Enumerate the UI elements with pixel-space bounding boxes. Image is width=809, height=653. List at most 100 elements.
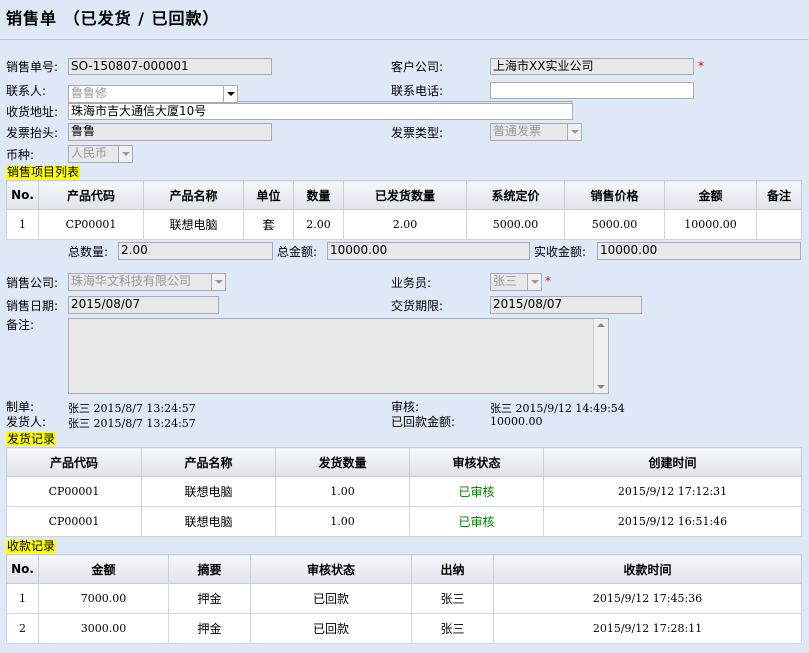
shipper-label: 发货人:: [6, 415, 47, 429]
invoice-title-field[interactable]: 鲁鲁: [68, 123, 272, 141]
paid-label: 已回款金额:: [391, 415, 456, 429]
payments-section-title: 收款记录: [6, 539, 57, 553]
salesman-value: 张三: [493, 274, 518, 288]
cell-summary: 押金: [168, 583, 251, 614]
contact-combo[interactable]: 鲁鲁修: [68, 85, 238, 103]
cell-note: [756, 209, 802, 240]
cell-no: 2: [6, 613, 39, 644]
total-amount-field[interactable]: 10000.00: [327, 242, 530, 260]
col-header[interactable]: 单位: [243, 180, 294, 210]
customer-required-mark: *: [698, 59, 704, 73]
col-header[interactable]: 创建时间: [543, 447, 802, 477]
cell-qty: 2.00: [293, 209, 344, 240]
col-header[interactable]: 产品名称: [141, 447, 276, 477]
currency-select[interactable]: 人民币: [68, 145, 133, 163]
table-row[interactable]: 2 3000.00 押金 已回款 张三 2015/9/12 17:28:11: [6, 613, 802, 644]
cell-time: 2015/9/12 17:45:36: [493, 583, 802, 614]
remark-textarea[interactable]: [68, 318, 609, 394]
table-row[interactable]: 1 CP00001 联想电脑 套 2.00 2.00 5000.00 5000.…: [6, 209, 802, 240]
address-field[interactable]: 珠海市吉大通信大厦10号: [68, 103, 573, 120]
salesman-required-mark: *: [545, 274, 551, 288]
auditor-label: 审核:: [391, 400, 420, 414]
order-no-field[interactable]: SO-150807-000001: [68, 58, 272, 75]
currency-dropdown-icon[interactable]: [118, 146, 132, 162]
total-qty-field[interactable]: 2.00: [118, 242, 273, 260]
col-header[interactable]: 金额: [38, 554, 169, 584]
received-field[interactable]: 10000.00: [597, 242, 801, 260]
col-header[interactable]: No.: [6, 554, 39, 584]
title-divider: [0, 39, 809, 40]
creator-value: 张三 2015/8/7 13:24:57: [68, 402, 196, 415]
phone-field[interactable]: [490, 82, 694, 99]
total-qty-label: 总数量:: [68, 245, 109, 259]
col-header[interactable]: 产品代码: [6, 447, 142, 477]
col-header[interactable]: 系统定价: [466, 180, 565, 210]
items-table: No. 产品代码 产品名称 单位 数量 已发货数量 系统定价 销售价格 金额 备…: [6, 180, 802, 240]
cell-cashier: 张三: [411, 583, 494, 614]
cell-no: 1: [6, 209, 39, 240]
cell-summary: 押金: [168, 613, 251, 644]
cell-code: CP00001: [38, 209, 144, 240]
cell-list-price: 5000.00: [466, 209, 565, 240]
col-header[interactable]: 审核状态: [409, 447, 544, 477]
shipping-header-row: 产品代码 产品名称 发货数量 审核状态 创建时间: [6, 447, 802, 477]
shipping-table: 产品代码 产品名称 发货数量 审核状态 创建时间 CP00001 联想电脑 1.…: [6, 447, 802, 537]
status-badge: 已审核: [409, 476, 544, 507]
sales-company-select[interactable]: 珠海华文科技有限公司: [68, 273, 226, 291]
cell-unit: 套: [243, 209, 294, 240]
salesman-select[interactable]: 张三: [490, 273, 542, 291]
sales-company-value: 珠海华文科技有限公司: [71, 274, 192, 288]
table-row[interactable]: 1 7000.00 押金 已回款 张三 2015/9/12 17:45:36: [6, 583, 802, 614]
col-header[interactable]: 摘要: [168, 554, 251, 584]
col-header[interactable]: No.: [6, 180, 39, 210]
scroll-up-icon[interactable]: [597, 323, 605, 327]
delivery-field[interactable]: 2015/08/07: [490, 296, 642, 314]
page-title: 销售单 （已发货 / 已回款）: [6, 9, 220, 28]
col-header[interactable]: 销售价格: [564, 180, 665, 210]
received-label: 实收金额:: [534, 245, 587, 259]
invoice-type-dropdown-icon[interactable]: [567, 124, 581, 140]
col-header[interactable]: 审核状态: [250, 554, 412, 584]
col-header[interactable]: 金额: [664, 180, 757, 210]
total-amount-label: 总金额:: [277, 245, 318, 259]
items-section-title: 销售项目列表: [6, 165, 81, 179]
remark-scrollbar[interactable]: [593, 319, 608, 393]
invoice-type-label: 发票类型:: [391, 126, 444, 140]
cell-amount: 10000.00: [664, 209, 757, 240]
salesman-label: 业务员:: [391, 276, 432, 290]
col-header[interactable]: 收款时间: [493, 554, 802, 584]
contact-dropdown-icon[interactable]: [223, 86, 237, 102]
sales-date-label: 销售日期:: [6, 299, 59, 313]
col-header[interactable]: 备注: [756, 180, 802, 210]
cell-qty: 1.00: [275, 476, 410, 507]
invoice-type-select[interactable]: 普通发票: [490, 123, 582, 141]
cell-name: 联想电脑: [141, 506, 276, 537]
col-header[interactable]: 出纳: [411, 554, 494, 584]
table-row[interactable]: CP00001 联想电脑 1.00 已审核 2015/9/12 16:51:46: [6, 506, 802, 537]
salesman-dropdown-icon[interactable]: [527, 274, 541, 290]
payments-table: No. 金额 摘要 审核状态 出纳 收款时间 1 7000.00 押金 已回款 …: [6, 554, 802, 644]
sales-company-dropdown-icon[interactable]: [211, 274, 225, 290]
table-row[interactable]: CP00001 联想电脑 1.00 已审核 2015/9/12 17:12:31: [6, 476, 802, 507]
sales-date-field[interactable]: 2015/08/07: [68, 296, 219, 314]
cell-name: 联想电脑: [143, 209, 244, 240]
col-header[interactable]: 数量: [293, 180, 344, 210]
cell-time: 2015/9/12 17:12:31: [543, 476, 802, 507]
cell-amount: 3000.00: [38, 613, 169, 644]
cell-code: CP00001: [6, 506, 142, 537]
currency-label: 币种:: [6, 148, 35, 162]
cell-name: 联想电脑: [141, 476, 276, 507]
scroll-down-icon[interactable]: [597, 385, 605, 389]
col-header[interactable]: 产品名称: [143, 180, 244, 210]
shipper-value: 张三 2015/8/7 13:24:57: [68, 417, 196, 430]
contact-value: 鲁鲁修: [71, 86, 108, 100]
cell-amount: 7000.00: [38, 583, 169, 614]
delivery-label: 交货期限:: [391, 299, 444, 313]
auditor-value: 张三 2015/9/12 14:49:54: [490, 402, 625, 415]
col-header[interactable]: 已发货数量: [343, 180, 467, 210]
col-header[interactable]: 发货数量: [275, 447, 410, 477]
col-header[interactable]: 产品代码: [38, 180, 144, 210]
cell-sale-price: 5000.00: [564, 209, 665, 240]
cell-time: 2015/9/12 17:28:11: [493, 613, 802, 644]
customer-field[interactable]: 上海市XX实业公司: [490, 58, 694, 75]
